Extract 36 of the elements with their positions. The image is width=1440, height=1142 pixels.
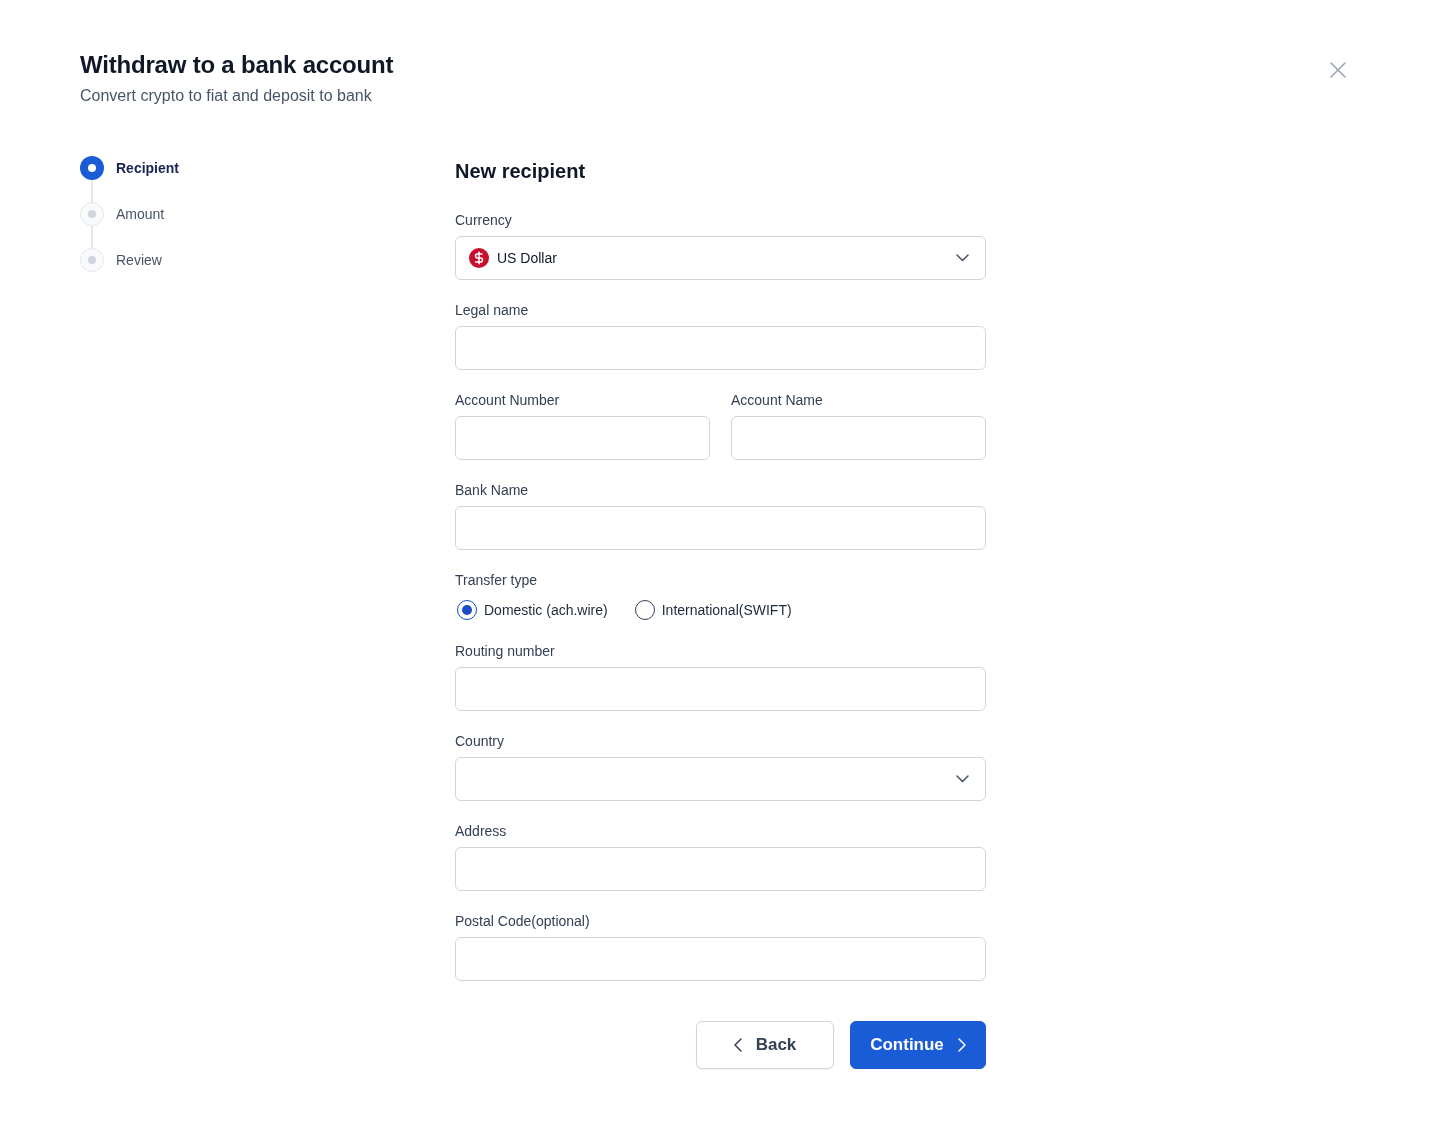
field-label: Postal Code(optional)	[455, 912, 591, 931]
input-field[interactable]	[455, 667, 986, 711]
radio-option[interactable]: International(SWIFT)	[634, 600, 792, 620]
input-field[interactable]	[455, 416, 710, 460]
close-icon	[1330, 62, 1346, 78]
field-label: Routing number	[455, 642, 556, 661]
dialog-subtitle: Convert crypto to fiat and deposit to bank	[80, 86, 373, 106]
back-button[interactable]: Back	[696, 1021, 834, 1069]
chevron-down-icon	[956, 775, 969, 783]
field-label: Transfer type	[455, 571, 538, 590]
dollar-icon	[469, 248, 489, 268]
input-field[interactable]	[455, 506, 986, 550]
chevron-left-icon	[733, 1038, 742, 1052]
radio-option[interactable]: Domestic (ach.wire)	[457, 600, 608, 620]
field-label: Account Name	[731, 391, 824, 410]
input-field[interactable]	[455, 937, 986, 981]
input-field[interactable]	[455, 326, 986, 370]
chevron-down-icon	[956, 254, 969, 262]
input-field[interactable]	[731, 416, 986, 460]
field-label: Account Number	[455, 391, 561, 410]
input-field[interactable]	[455, 847, 986, 891]
continue-button[interactable]: Continue	[850, 1021, 986, 1069]
form-title: New recipient	[455, 159, 587, 184]
field-label: Country	[455, 732, 506, 751]
dialog-title: Withdraw to a bank account	[80, 51, 394, 79]
step-label: Amount	[116, 205, 165, 224]
dropdown-field[interactable]: US Dollar	[455, 236, 986, 280]
dropdown-field[interactable]	[455, 757, 986, 801]
field-label: Address	[455, 822, 508, 841]
field-label: Legal name	[455, 301, 530, 320]
step-label: Review	[116, 251, 162, 270]
step-label: Recipient	[116, 159, 179, 178]
field-label: Bank Name	[455, 481, 530, 500]
chevron-right-icon	[957, 1038, 966, 1052]
close-button[interactable]	[1330, 62, 1346, 78]
field-label: Currency	[455, 211, 513, 230]
